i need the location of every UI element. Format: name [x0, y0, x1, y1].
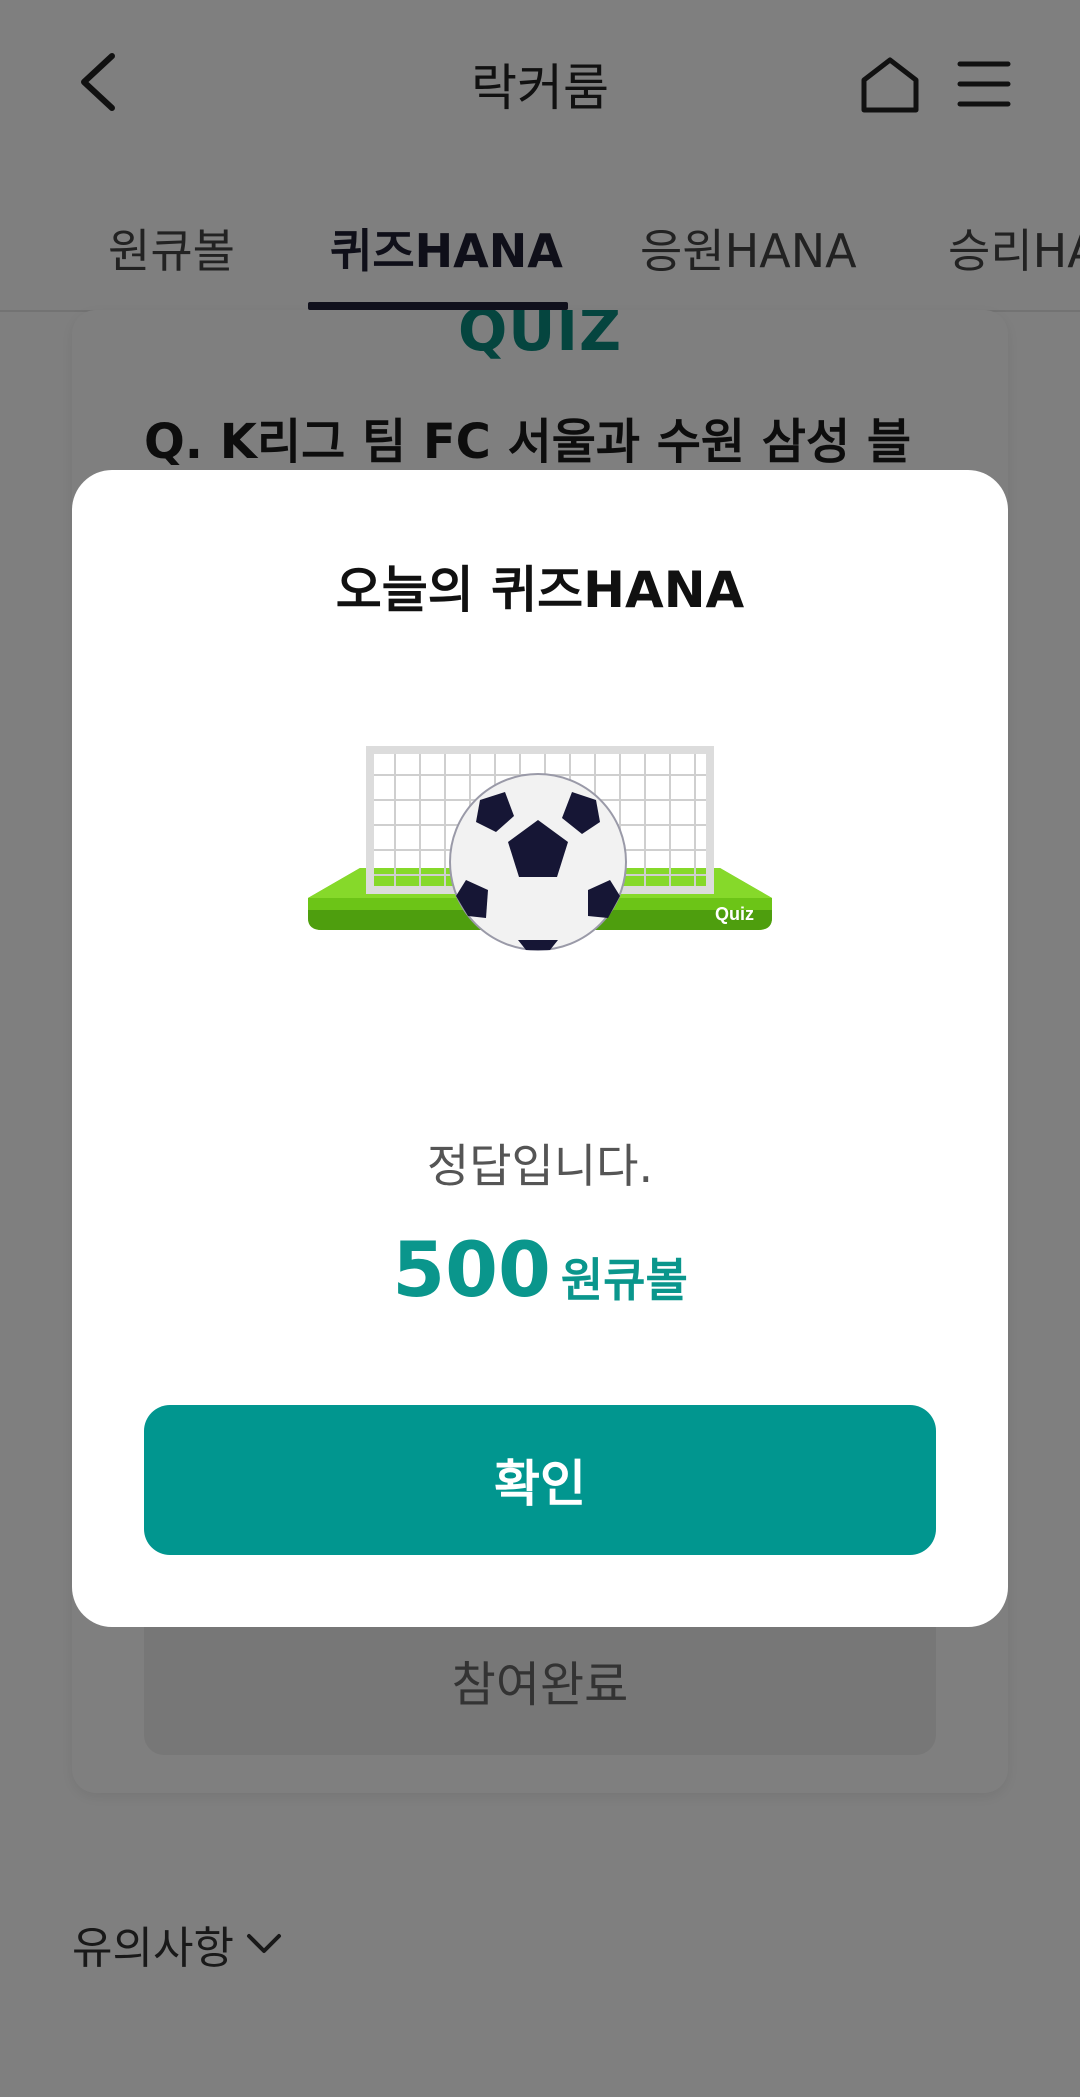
reward-amount: 500: [392, 1225, 551, 1314]
confirm-button[interactable]: 확인: [144, 1405, 936, 1555]
dialog-title: 오늘의 퀴즈HANA: [335, 561, 745, 619]
reward-amount-row: 500 원큐볼: [72, 1225, 1008, 1314]
soccer-goal-illustration: Quiz: [308, 746, 772, 951]
quiz-result-dialog: 오늘의 퀴즈HANA Quiz 정답입니다. 500 원큐볼 확인: [72, 470, 1008, 1627]
reward-unit: 원큐볼: [560, 1253, 688, 1307]
result-text: 정답입니다.: [426, 1139, 654, 1193]
illustration-quiz-text: Quiz: [715, 904, 754, 924]
